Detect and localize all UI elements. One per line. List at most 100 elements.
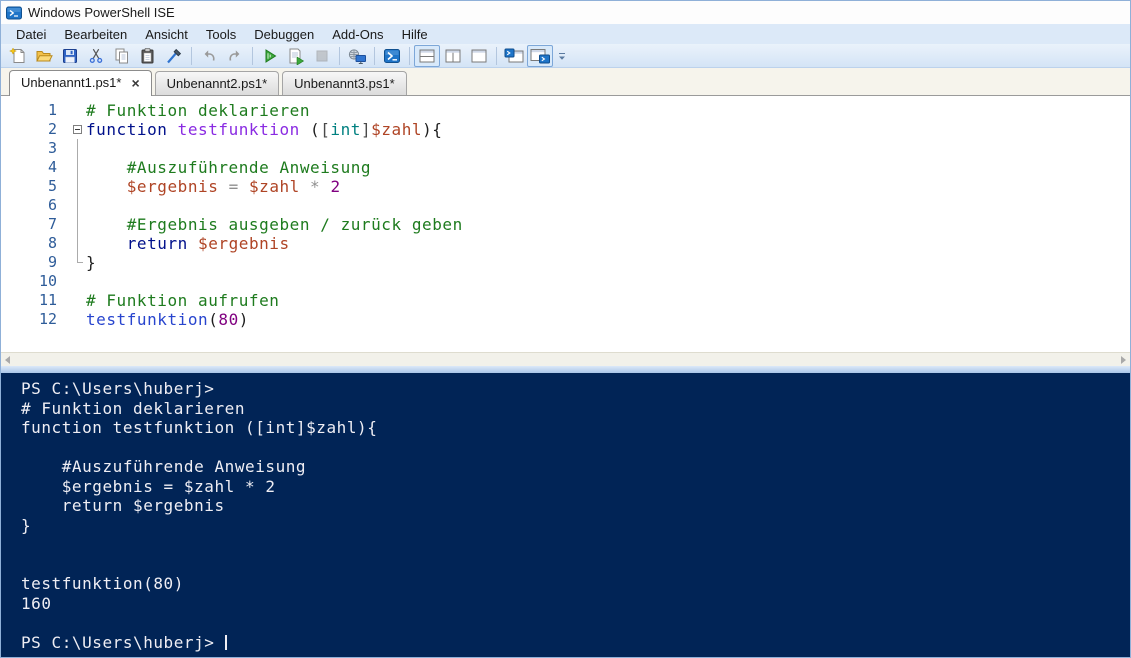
toolbar-group — [257, 45, 335, 67]
run-script-icon — [261, 47, 279, 65]
menu-item-tools[interactable]: Tools — [197, 25, 245, 44]
editor-line: 3 — [1, 139, 1130, 158]
console-line: function testfunktion ([int]$zahl){ — [21, 418, 378, 437]
collapse-region-icon[interactable] — [73, 125, 82, 134]
line-number: 7 — [47, 215, 57, 233]
code-text: # Funktion aufrufen — [86, 291, 280, 310]
script-editor-pane[interactable]: 1 # Funktion deklarieren 2 function testfun… — [1, 96, 1130, 352]
code-text: # Funktion deklarieren — [86, 101, 311, 120]
tab-strip: Unbenannt1.ps1* × Unbenannt2.ps1* Unbenannt… — [1, 68, 1130, 96]
toolbar-group — [379, 45, 405, 67]
copy-button[interactable] — [109, 45, 135, 67]
line-number: 8 — [47, 234, 57, 252]
minus-glyph — [75, 129, 80, 130]
fold-gutter-start[interactable] — [57, 120, 86, 139]
console-line: #Auszuführende Anweisung — [21, 457, 307, 476]
tab-close-icon[interactable]: × — [131, 76, 139, 90]
menu-item-ansicht[interactable]: Ansicht — [136, 25, 197, 44]
line-number: 3 — [47, 139, 57, 157]
toolbar-group — [196, 45, 248, 67]
menu-item-add-ons[interactable]: Add-Ons — [323, 25, 392, 44]
code-text: #Auszuführende Anweisung — [86, 158, 372, 177]
show-console-pane-button[interactable] — [527, 44, 553, 67]
new-remote-powershell-tab-button[interactable] — [344, 45, 370, 67]
editor-line: 2 function testfunktion ([int]$zahl){ — [1, 120, 1130, 139]
tab-label: Unbenannt2.ps1* — [166, 76, 268, 91]
show-script-pane-top-icon — [418, 47, 436, 65]
tab-label: Unbenannt3.ps1* — [294, 76, 395, 91]
new-powershell-tab-button[interactable] — [501, 45, 527, 67]
code-text: function testfunktion ([int]$zahl){ — [86, 120, 443, 139]
undo-icon — [200, 47, 218, 65]
line-number: 6 — [47, 196, 57, 214]
toolbar-separator — [374, 46, 375, 65]
scroll-right-icon[interactable] — [1121, 355, 1126, 364]
fold-guide-line — [77, 139, 78, 158]
script-tab-1[interactable]: Unbenannt1.ps1* × — [9, 70, 152, 96]
editor-line: 5 $ergebnis = $zahl * 2 — [1, 177, 1130, 196]
fold-gutter — [57, 272, 86, 291]
editor-hscrollbar[interactable] — [1, 352, 1130, 366]
code-text: $ergebnis = $zahl * 2 — [126, 177, 341, 196]
line-number: 9 — [47, 253, 57, 271]
save-script-button[interactable] — [57, 45, 83, 67]
script-tab-2[interactable]: Unbenannt2.ps1* — [154, 71, 280, 95]
editor-line: 8 return $ergebnis — [1, 234, 1130, 253]
console-pane[interactable]: PS C:\Users\huberj> # Funktion deklariere… — [1, 373, 1130, 657]
run-selection-icon — [287, 47, 305, 65]
paste-button[interactable] — [135, 45, 161, 67]
redo-button[interactable] — [222, 45, 248, 67]
script-tab-3[interactable]: Unbenannt3.ps1* — [282, 71, 407, 95]
toolbar — [1, 44, 1130, 68]
new-script-button[interactable] — [5, 45, 31, 67]
fold-gutter — [57, 310, 86, 329]
show-script-pane-top-button[interactable] — [414, 44, 440, 67]
menu-item-bearbeiten[interactable]: Bearbeiten — [55, 25, 136, 44]
menu-item-hilfe[interactable]: Hilfe — [393, 25, 437, 44]
stop-operation-button[interactable] — [309, 45, 335, 67]
menu-item-debuggen[interactable]: Debuggen — [245, 25, 323, 44]
editor-line: 11 # Funktion aufrufen — [1, 291, 1130, 310]
toolbar-separator — [191, 46, 192, 65]
show-console-pane-icon — [530, 47, 550, 65]
undo-button[interactable] — [196, 45, 222, 67]
cut-button[interactable] — [83, 45, 109, 67]
show-script-pane-maximized-button[interactable] — [466, 45, 492, 67]
show-script-pane-right-button[interactable] — [440, 45, 466, 67]
run-script-button[interactable] — [257, 45, 283, 67]
console-line: testfunktion(80) — [21, 574, 184, 593]
fold-gutter-mid — [57, 196, 86, 215]
clear-console-pane-icon — [165, 47, 183, 65]
open-script-button[interactable] — [31, 45, 57, 67]
new-powershell-tab-icon — [504, 47, 524, 65]
scroll-left-icon[interactable] — [5, 355, 10, 364]
line-number: 4 — [47, 158, 57, 176]
editor-line: 12 testfunktion(80) — [1, 310, 1130, 329]
fold-guide-line — [77, 158, 78, 177]
toolbar-options-icon[interactable] — [555, 45, 569, 67]
fold-guide-line — [77, 215, 78, 234]
line-number: 1 — [47, 101, 57, 119]
stop-operation-icon — [313, 47, 331, 65]
editor-line: 1 # Funktion deklarieren — [1, 101, 1130, 120]
fold-gutter-mid — [57, 158, 86, 177]
fold-gutter-mid — [57, 139, 86, 158]
menu-bar: Datei Bearbeiten Ansicht Tools Debuggen Add-O… — [1, 24, 1130, 44]
clear-console-pane-button[interactable] — [161, 45, 187, 67]
start-powershell-exe-button[interactable] — [379, 45, 405, 67]
code-text: #Ergebnis ausgeben / zurück geben — [86, 215, 463, 234]
run-selection-button[interactable] — [283, 45, 309, 67]
menu-item-datei[interactable]: Datei — [7, 25, 55, 44]
open-script-icon — [35, 47, 53, 65]
new-remote-powershell-tab-icon — [347, 47, 367, 65]
pane-splitter[interactable] — [1, 366, 1130, 373]
toolbar-group — [501, 44, 553, 67]
toolbar-group — [414, 44, 492, 67]
code-text: return $ergebnis — [126, 234, 290, 253]
window-title: Windows PowerShell ISE — [28, 5, 175, 20]
code-text: testfunktion(80) — [86, 310, 249, 329]
